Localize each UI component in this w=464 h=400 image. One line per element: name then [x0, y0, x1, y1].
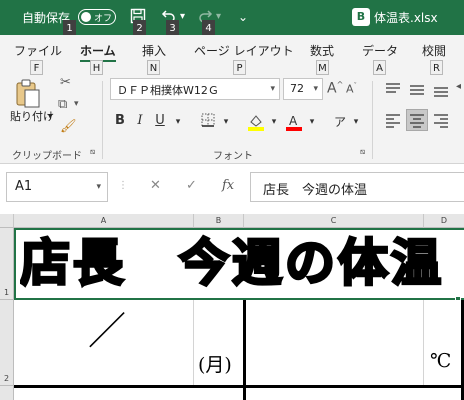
- file-name[interactable]: 体温表.xlsx: [374, 9, 438, 26]
- keytip-page-layout: P: [233, 60, 246, 75]
- font-color-dropdown-icon[interactable]: ▾: [302, 117, 322, 127]
- title-bar: 自動保存 オフ 1 2 ▾ 3 ▾ 4 ⌄ B 体温表.xlsx: [0, 0, 464, 35]
- keytip-save: 2: [133, 20, 146, 35]
- date-slash: ／: [88, 309, 127, 353]
- column-header-a[interactable]: A: [14, 214, 194, 228]
- tab-file[interactable]: ファイル: [14, 42, 62, 59]
- undo-dropdown-icon[interactable]: ▾: [180, 8, 185, 26]
- drag-handle-icon[interactable]: ⋮: [118, 180, 128, 191]
- align-middle-icon[interactable]: [406, 79, 428, 101]
- shrink-font-icon[interactable]: Aˇ: [346, 82, 357, 96]
- redo-dropdown-icon: ▾: [216, 11, 222, 22]
- font-name-value: ＤＦＰ相撲体W12Ｇ: [117, 84, 219, 97]
- font-size-value: 72: [290, 82, 304, 95]
- cell-b2[interactable]: (月): [194, 300, 244, 386]
- keytip-data: A: [373, 60, 386, 75]
- ribbon-home: 貼り付け ▾ ✂ ⧉ ▾ 🖌 クリップボード ⧅ ＤＦＰ相撲体W12Ｇ ▾ 72…: [0, 75, 464, 164]
- grow-font-icon[interactable]: A^: [327, 80, 343, 97]
- toggle-knob: [81, 12, 91, 22]
- tab-home[interactable]: ホーム: [80, 42, 116, 62]
- keytip-insert: N: [147, 60, 160, 75]
- ribbon-scroll-icon[interactable]: ◂: [456, 81, 461, 92]
- font-size-combo[interactable]: 72 ▾: [283, 78, 323, 100]
- column-header-b[interactable]: B: [194, 214, 244, 228]
- autosave-toggle[interactable]: オフ: [78, 9, 116, 25]
- format-painter-icon[interactable]: 🖌: [60, 119, 77, 134]
- svg-text:A: A: [289, 114, 298, 128]
- keytip-undo: 3: [166, 20, 179, 35]
- chevron-down-icon: ▾: [270, 84, 275, 94]
- keytip-formulas: M: [316, 60, 329, 75]
- shrink-font-label: A: [346, 82, 354, 96]
- paste-dropdown-icon[interactable]: ▾: [48, 112, 53, 122]
- group-separator: [372, 81, 373, 159]
- row-header-3[interactable]: [0, 386, 14, 400]
- tab-review[interactable]: 校閲: [422, 42, 446, 59]
- borders-dropdown-icon[interactable]: ▾: [216, 117, 236, 127]
- cell-c2[interactable]: [246, 300, 424, 386]
- row-header-1[interactable]: 1: [0, 228, 14, 300]
- align-center-icon[interactable]: [406, 109, 428, 131]
- font-name-combo[interactable]: ＤＦＰ相撲体W12Ｇ ▾: [110, 78, 280, 100]
- row-header-2[interactable]: 2: [0, 300, 14, 386]
- italic-button[interactable]: I: [130, 113, 150, 128]
- underline-button[interactable]: U: [150, 113, 170, 128]
- tab-data[interactable]: データ: [362, 42, 398, 59]
- clipboard-group-label: クリップボード: [12, 151, 82, 162]
- copy-dropdown-icon[interactable]: ▾: [74, 99, 79, 109]
- name-box-value: A1: [15, 179, 33, 194]
- font-color-icon[interactable]: A: [284, 113, 304, 135]
- enter-icon[interactable]: ✓: [186, 178, 197, 193]
- autosave-state: オフ: [94, 14, 113, 24]
- cell-d2[interactable]: ℃: [424, 300, 464, 386]
- align-top-icon[interactable]: [382, 79, 404, 101]
- column-header-c[interactable]: C: [244, 214, 424, 228]
- clipboard-launcher-icon[interactable]: ⧅: [90, 147, 95, 157]
- weekday-label: (月): [198, 354, 232, 376]
- fill-color-icon[interactable]: [246, 113, 266, 135]
- grow-font-label: A: [327, 80, 337, 97]
- row-number: 1: [3, 288, 10, 297]
- file-badge: B: [352, 8, 370, 26]
- align-left-icon[interactable]: [382, 109, 404, 131]
- cut-icon[interactable]: ✂: [60, 75, 71, 90]
- tab-formulas[interactable]: 数式: [310, 42, 334, 59]
- bold-button[interactable]: B: [110, 113, 130, 128]
- chevron-down-icon: ▾: [96, 182, 101, 192]
- cell-a2[interactable]: ／: [14, 300, 194, 386]
- keytip-review: R: [430, 60, 443, 75]
- group-separator: [102, 81, 103, 159]
- keytip-home: H: [90, 60, 103, 75]
- font-group-label: フォント: [213, 151, 253, 162]
- select-all-corner[interactable]: [0, 214, 14, 228]
- borders-icon[interactable]: [198, 113, 218, 131]
- chevron-down-icon: ▾: [313, 84, 318, 94]
- celsius-unit: ℃: [430, 350, 452, 372]
- tab-insert[interactable]: 挿入: [142, 42, 166, 59]
- keytip-redo: 4: [202, 20, 215, 35]
- tab-page-layout[interactable]: ページ レイアウト: [194, 42, 294, 59]
- formula-input[interactable]: 店長 今週の体温: [250, 172, 464, 202]
- underline-dropdown-icon[interactable]: ▾: [168, 117, 188, 127]
- row-number: 2: [3, 374, 10, 383]
- ribbon-tabs: ファイル F ホーム H 挿入 N ページ レイアウト P 数式 M データ A…: [0, 35, 464, 75]
- paste-icon[interactable]: [14, 79, 42, 109]
- phonetic-dropdown-icon[interactable]: ▾: [346, 117, 366, 127]
- thick-border: [14, 385, 464, 388]
- cancel-icon[interactable]: ✕: [150, 178, 161, 193]
- name-box[interactable]: A1 ▾: [6, 172, 108, 202]
- keytip-autosave: 1: [63, 20, 76, 35]
- font-launcher-icon[interactable]: ⧅: [360, 147, 365, 157]
- formula-bar: A1 ▾ ⋮ ✕ ✓ fx 店長 今週の体温: [0, 164, 464, 214]
- insert-function-icon[interactable]: fx: [222, 178, 234, 193]
- column-header-d[interactable]: D: [424, 214, 464, 228]
- copy-icon[interactable]: ⧉: [58, 97, 67, 112]
- customize-toolbar-icon[interactable]: ⌄: [238, 8, 248, 26]
- align-right-icon[interactable]: [430, 109, 452, 131]
- keytip-file: F: [30, 60, 43, 75]
- fill-color-dropdown-icon[interactable]: ▾: [264, 117, 284, 127]
- align-bottom-icon[interactable]: [430, 79, 452, 101]
- sheet-title: 店長 今週の体温: [20, 234, 444, 292]
